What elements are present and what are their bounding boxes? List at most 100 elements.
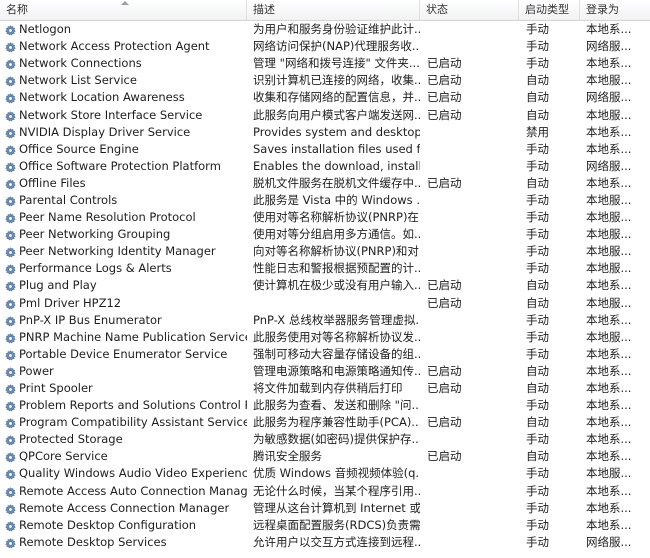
service-name-cell: Peer Networking Grouping [0, 226, 247, 243]
service-name: Program Compatibility Assistant Service [19, 415, 247, 430]
service-startup-type: 手动 [526, 329, 549, 344]
service-name: Remote Access Connection Manager [19, 500, 230, 515]
service-row[interactable]: Quality Windows Audio Video Experience 优质… [0, 465, 650, 482]
service-row[interactable]: Peer Networking Grouping 使用对等分组启用多方通信。如..… [0, 226, 650, 243]
service-row[interactable]: Office Source Engine Saves installation f… [0, 141, 650, 158]
gear-icon [5, 332, 16, 344]
service-status: 已启动 [427, 90, 462, 105]
service-description: 此服务是 Vista 中的 Windows ... [253, 192, 420, 207]
service-row[interactable]: Remote Access Auto Connection Manager 无论什… [0, 483, 650, 500]
column-header-status[interactable]: 状态 [420, 0, 519, 20]
gear-icon [5, 468, 16, 480]
gear-icon [5, 503, 16, 515]
service-log-on-as: 本地系... [586, 124, 632, 139]
service-name-cell: Remote Access Connection Manager [0, 500, 247, 517]
gear-icon [5, 298, 16, 309]
gear-icon [5, 486, 16, 497]
gear-icon [5, 41, 16, 53]
gear-icon [5, 280, 16, 292]
service-name: Print Spooler [19, 381, 93, 396]
service-row[interactable]: Network Connections 管理 "网络和拨号连接" 文件夹... 已启… [0, 55, 650, 72]
service-name: QPCore Service [19, 449, 108, 464]
service-name: Plug and Play [19, 278, 97, 293]
service-name-cell: Remote Desktop Services [0, 534, 247, 551]
service-row[interactable]: Program Compatibility Assistant Service 此… [0, 414, 650, 431]
service-name-cell: Office Source Engine [0, 141, 247, 158]
service-description: 远程桌面配置服务(RDCS)负责需... [253, 517, 420, 532]
service-status: 已启动 [427, 73, 462, 88]
service-row[interactable]: PNRP Machine Name Publication Service 此服务… [0, 329, 650, 346]
service-row[interactable]: Peer Networking Identity Manager 向对等名称解析协… [0, 243, 650, 260]
service-startup-type: 手动 [526, 483, 549, 498]
service-row[interactable]: Remote Desktop Services 允许用户以交互方式连接到远程...… [0, 534, 650, 551]
service-row[interactable]: Parental Controls 此服务是 Vista 中的 Windows .… [0, 192, 650, 209]
service-startup-type: 手动 [526, 192, 549, 207]
column-header-description[interactable]: 描述 [247, 0, 420, 20]
service-log-on-as: 本地系... [586, 500, 632, 515]
service-log-on-as: 网络服... [586, 534, 632, 549]
service-startup-type: 手动 [526, 261, 549, 276]
service-row[interactable]: Office Software Protection Platform Enabl… [0, 158, 650, 175]
service-row[interactable]: Peer Name Resolution Protocol 使用对等名称解析协议(… [0, 209, 650, 226]
service-row[interactable]: Network Access Protection Agent 网络访问保护(NA… [0, 38, 650, 55]
service-startup-type: 手动 [526, 22, 549, 37]
service-name: Parental Controls [19, 192, 118, 207]
gear-icon [5, 127, 16, 139]
service-log-on-as: 本地服... [586, 244, 632, 259]
service-row[interactable]: QPCore Service 腾讯安全服务 已启动 自动 本地系... [0, 448, 650, 465]
service-row[interactable]: NVIDIA Display Driver Service Provides sy… [0, 124, 650, 141]
service-name: Office Software Protection Platform [19, 158, 221, 173]
service-startup-type: 自动 [526, 73, 549, 88]
service-name: Performance Logs & Alerts [19, 261, 172, 276]
service-startup-type: 自动 [526, 449, 549, 464]
service-log-on-as: 本地系... [586, 22, 632, 37]
service-row[interactable]: Print Spooler 将文件加载到内存供稍后打印 已启动 自动 本地系... [0, 380, 650, 397]
gear-icon [5, 144, 16, 156]
service-row[interactable]: Netlogon 为用户和服务身份验证维护此计... 手动 本地系... [0, 21, 650, 38]
service-log-on-as: 本地系... [586, 363, 632, 378]
service-name: Remote Desktop Services [19, 534, 167, 549]
service-status: 已启动 [427, 449, 462, 464]
service-row[interactable]: Network Location Awareness 收集和存储网络的配置信息，并… [0, 89, 650, 106]
service-log-on-as: 网络服... [586, 39, 632, 54]
service-log-on-as: 本地系... [586, 483, 632, 498]
service-row[interactable]: Offline Files 脱机文件服务在脱机文件缓存中... 已启动 自动 本地系..… [0, 175, 650, 192]
service-startup-type: 手动 [526, 210, 549, 225]
column-header-startup-type[interactable]: 启动类型 [519, 0, 580, 20]
service-row[interactable]: Protected Storage 为敏感数据(如密码)提供保护存... 手动 本地系… [0, 431, 650, 448]
service-name: Offline Files [19, 175, 86, 190]
service-name: PnP-X IP Bus Enumerator [19, 312, 162, 327]
service-row[interactable]: Power 管理电源策略和电源策略通知传... 已启动 自动 本地系... [0, 363, 650, 380]
gear-icon [5, 400, 16, 412]
service-name: Network Connections [19, 56, 142, 71]
service-row[interactable]: Plug and Play 使计算机在极少或没有用户输入... 已启动 自动 本地系..… [0, 277, 650, 294]
service-description: 无论什么时候，当某个程序引用... [253, 483, 420, 498]
service-startup-type: 自动 [526, 295, 549, 310]
service-row[interactable]: Performance Logs & Alerts 性能日志和警报根据预配置的计.… [0, 260, 650, 277]
service-status: 已启动 [427, 107, 462, 122]
service-status: 已启动 [427, 278, 462, 293]
service-row[interactable]: PnP-X IP Bus Enumerator PnP-X 总线枚举器服务管理虚拟… [0, 312, 650, 329]
service-row[interactable]: Pml Driver HPZ12 已启动 自动 本地服... [0, 295, 650, 312]
service-log-on-as: 本地服... [586, 227, 632, 242]
column-header-log-on-as[interactable]: 登录为 [580, 0, 650, 20]
service-name-cell: Quality Windows Audio Video Experience [0, 465, 247, 482]
service-name-cell: Print Spooler [0, 380, 247, 397]
service-startup-type: 手动 [526, 158, 549, 173]
service-row[interactable]: Network Store Interface Service 此服务向用户模式客… [0, 106, 650, 123]
service-log-on-as: 本地服... [586, 261, 632, 276]
service-name: Power [19, 363, 54, 378]
service-row[interactable]: Remote Access Connection Manager 管理从这台计算机… [0, 500, 650, 517]
service-row[interactable]: Remote Desktop Configuration 远程桌面配置服务(RDC… [0, 517, 650, 534]
gear-icon [5, 24, 16, 36]
service-log-on-as: 网络服... [586, 90, 632, 105]
service-row[interactable]: Portable Device Enumerator Service 强制可移动大… [0, 346, 650, 363]
service-name: Pml Driver HPZ12 [19, 295, 122, 310]
service-row[interactable]: Problem Reports and Solutions Control Pa… [0, 397, 650, 414]
gear-icon [5, 366, 16, 378]
service-name: Netlogon [19, 22, 72, 37]
service-name-cell: NVIDIA Display Driver Service [0, 124, 247, 141]
service-row[interactable]: Network List Service 识别计算机已连接的网络，收集... 已启动… [0, 72, 650, 89]
service-log-on-as: 本地系... [586, 346, 632, 361]
services-rows: Netlogon 为用户和服务身份验证维护此计... 手动 本地系... Network… [0, 21, 650, 551]
